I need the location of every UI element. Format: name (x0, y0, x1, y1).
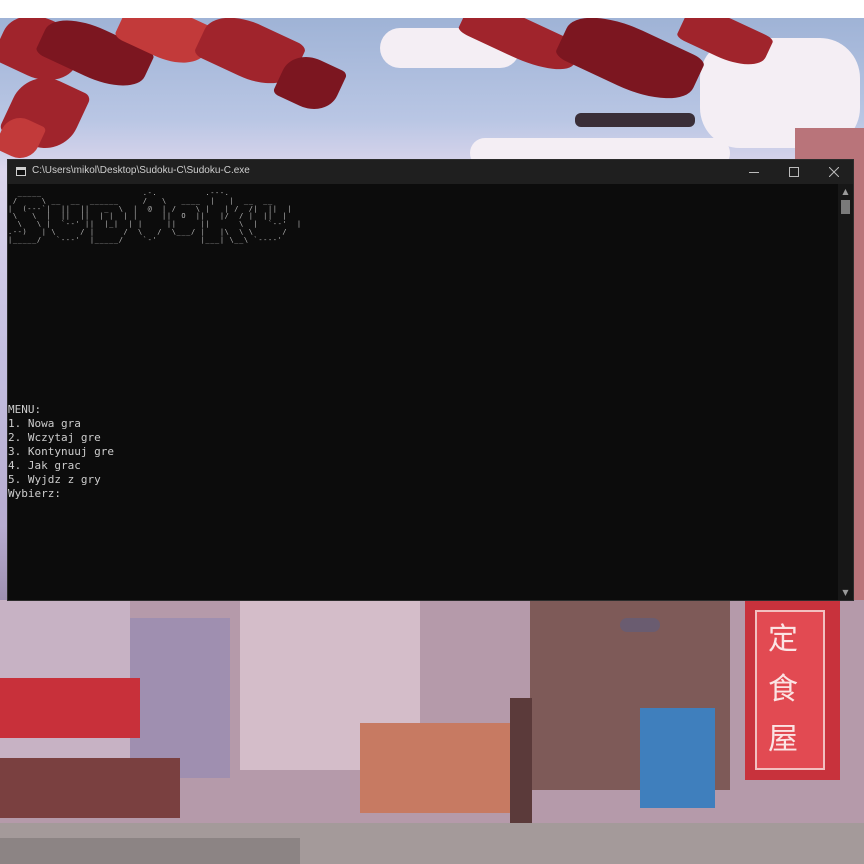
terminal-output[interactable]: _____ .-. .---. / \ __ __ ______ / \ ___… (8, 184, 838, 600)
menu-header: MENU: (8, 403, 42, 416)
menu-option: 2. Wczytaj gre (8, 431, 101, 444)
sign-character: 食 (768, 672, 798, 707)
menu-option: 4. Jak grac (8, 459, 81, 472)
scroll-up-icon[interactable]: ▲ (838, 184, 853, 199)
close-icon (829, 167, 839, 177)
console-window[interactable]: C:\Users\mikol\Desktop\Sudoku-C\Sudoku-C… (8, 160, 853, 600)
input-prompt[interactable]: Wybierz: (8, 487, 114, 501)
scrollbar[interactable]: ▲ ▼ (838, 184, 853, 600)
sign-character: 屋 (768, 722, 798, 757)
sudoku-ascii-logo: _____ .-. .---. / \ __ __ ______ / \ ___… (8, 189, 302, 244)
window-title: C:\Users\mikol\Desktop\Sudoku-C\Sudoku-C… (32, 165, 250, 176)
maximize-button[interactable] (774, 160, 814, 184)
close-button[interactable] (814, 160, 854, 184)
scroll-thumb[interactable] (841, 200, 850, 214)
title-bar[interactable]: C:\Users\mikol\Desktop\Sudoku-C\Sudoku-C… (8, 160, 853, 184)
sign-character: 定 (768, 622, 798, 657)
console-app-icon (16, 167, 26, 176)
menu-option: 5. Wyjdz z gry (8, 473, 101, 486)
menu-option: 1. Nowa gra (8, 417, 81, 430)
menu-option: 3. Kontynuuj gre (8, 445, 114, 458)
minimize-button[interactable] (734, 160, 774, 184)
menu-block: MENU: 1. Nowa gra 2. Wczytaj gre 3. Kont… (8, 403, 114, 501)
scroll-down-icon[interactable]: ▼ (838, 585, 853, 600)
